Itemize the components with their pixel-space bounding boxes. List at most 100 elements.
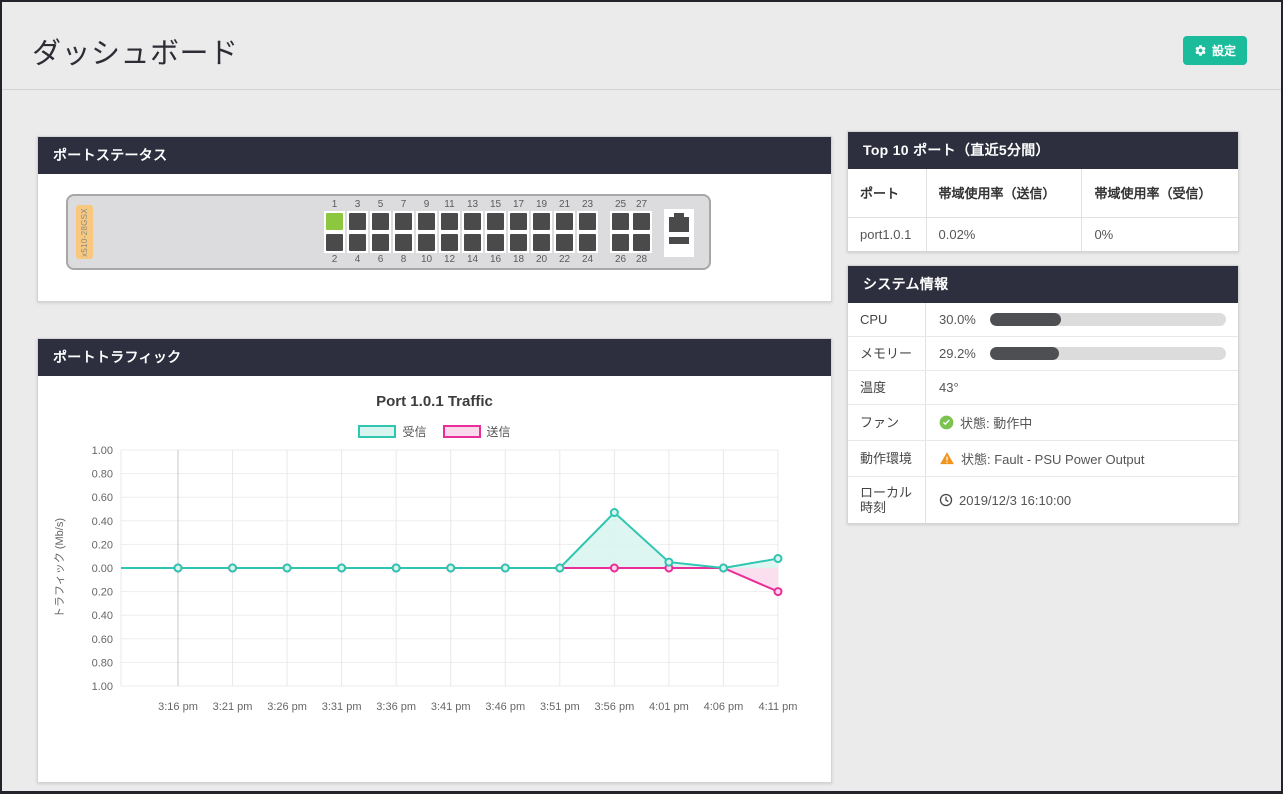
port-pair-box — [347, 211, 368, 253]
port-column: 2122 — [554, 199, 575, 265]
system-info-text: 状態: Fault - PSU Power Output — [961, 449, 1145, 468]
port-column: 12 — [324, 199, 345, 265]
port-number-label: 16 — [490, 254, 501, 265]
port-22[interactable] — [556, 234, 573, 251]
port-25[interactable] — [612, 213, 629, 230]
stack-port-icon — [664, 209, 694, 257]
settings-button[interactable]: 設定 — [1183, 36, 1247, 65]
port-pair-box — [508, 211, 529, 253]
port-23[interactable] — [579, 213, 596, 230]
port-4[interactable] — [349, 234, 366, 251]
port-column: 78 — [393, 199, 414, 265]
system-info-value: 29.2% — [926, 337, 1238, 370]
port-number-label: 13 — [467, 199, 478, 210]
system-info-row: ファン状態: 動作中 — [848, 405, 1238, 441]
port-8[interactable] — [395, 234, 412, 251]
port-15[interactable] — [487, 213, 504, 230]
legend-item-send[interactable]: 送信 — [443, 423, 511, 440]
switch-device: x510-28GSX 12345678910111213141516171819… — [66, 194, 711, 270]
port-28[interactable] — [633, 234, 650, 251]
gear-icon — [1194, 44, 1207, 57]
port-27[interactable] — [633, 213, 650, 230]
port-number-label: 5 — [378, 199, 384, 210]
port-number-label: 27 — [636, 199, 647, 210]
system-info-value: 43° — [926, 371, 1238, 404]
port-14[interactable] — [464, 234, 481, 251]
table-cell: port1.0.1 — [848, 217, 926, 251]
usage-bar-fill — [990, 347, 1059, 360]
top-ports-header: Top 10 ポート（直近5分間） — [848, 132, 1238, 169]
system-info-text: 状態: 動作中 — [960, 413, 1032, 432]
port-column: 2324 — [577, 199, 598, 265]
port-13[interactable] — [464, 213, 481, 230]
uplink-port-columns: 25262728 — [610, 199, 652, 265]
legend-swatch-send — [443, 425, 481, 438]
system-info-row: 動作環境状態: Fault - PSU Power Output — [848, 441, 1238, 477]
port-26[interactable] — [612, 234, 629, 251]
port-21[interactable] — [556, 213, 573, 230]
port-5[interactable] — [372, 213, 389, 230]
svg-text:3:56 pm: 3:56 pm — [594, 701, 634, 713]
port-1-active[interactable] — [326, 213, 343, 230]
legend-item-receive[interactable]: 受信 — [358, 423, 426, 440]
port-pair-box — [324, 211, 345, 253]
system-info-row: 温度43° — [848, 371, 1238, 405]
ports-area: 123456789101112131415161718192021222324 … — [324, 199, 694, 265]
system-info-row: ローカル時刻2019/12/3 16:10:00 — [848, 477, 1238, 523]
port-20[interactable] — [533, 234, 550, 251]
port-number-label: 9 — [424, 199, 430, 210]
port-pair-box — [554, 211, 575, 253]
svg-text:4:11 pm: 4:11 pm — [759, 701, 798, 713]
port-number-label: 3 — [355, 199, 361, 210]
system-info-row: メモリー29.2% — [848, 337, 1238, 371]
port-16[interactable] — [487, 234, 504, 251]
system-info-value: 状態: Fault - PSU Power Output — [926, 441, 1238, 476]
port-3[interactable] — [349, 213, 366, 230]
port-6[interactable] — [372, 234, 389, 251]
svg-text:0.80: 0.80 — [92, 657, 113, 669]
left-column: ポートステータス x510-28GSX 12345678910111213141… — [37, 136, 832, 783]
port-number-label: 14 — [467, 254, 478, 265]
legend-label-receive: 受信 — [402, 423, 426, 440]
port-7[interactable] — [395, 213, 412, 230]
top-ports-table: ポート帯域使用率（送信）帯域使用率（受信） port1.0.10.02%0% — [848, 169, 1238, 251]
right-column: Top 10 ポート（直近5分間） ポート帯域使用率（送信）帯域使用率（受信） … — [847, 131, 1239, 524]
table-row: port1.0.10.02%0% — [848, 217, 1238, 251]
page-title: ダッシュボード — [32, 30, 239, 72]
port-2[interactable] — [326, 234, 343, 251]
port-number-label: 21 — [559, 199, 570, 210]
port-number-label: 12 — [444, 254, 455, 265]
port-17[interactable] — [510, 213, 527, 230]
port-9[interactable] — [418, 213, 435, 230]
system-info-label: ローカル時刻 — [848, 477, 926, 523]
port-column: 910 — [416, 199, 437, 265]
system-info-text: 43° — [939, 380, 959, 395]
svg-text:1.00: 1.00 — [92, 681, 113, 693]
table-cell: 0% — [1082, 217, 1238, 251]
check-circle-icon — [939, 415, 954, 430]
port-columns: 123456789101112131415161718192021222324 — [324, 199, 598, 265]
port-12[interactable] — [441, 234, 458, 251]
usage-bar-fill — [990, 313, 1061, 326]
port-11[interactable] — [441, 213, 458, 230]
port-pair-box — [485, 211, 506, 253]
port-18[interactable] — [510, 234, 527, 251]
port-19[interactable] — [533, 213, 550, 230]
svg-text:トラフィック (Mb/s): トラフィック (Mb/s) — [53, 518, 66, 618]
port-10[interactable] — [418, 234, 435, 251]
port-24[interactable] — [579, 234, 596, 251]
system-info-card: システム情報 CPU30.0%メモリー29.2%温度43°ファン状態: 動作中動… — [847, 265, 1239, 524]
top-ports-column-header: 帯域使用率（送信） — [926, 169, 1082, 217]
port-number-label: 25 — [615, 199, 626, 210]
port-number-label: 11 — [444, 199, 454, 210]
port-pair-box — [416, 211, 437, 253]
port-pair-box — [577, 211, 598, 253]
chart-legend: 受信 送信 — [38, 423, 831, 440]
system-info-rows: CPU30.0%メモリー29.2%温度43°ファン状態: 動作中動作環境状態: … — [848, 303, 1238, 523]
port-pair-box — [531, 211, 552, 253]
port-column: 2728 — [631, 199, 652, 265]
svg-text:0.80: 0.80 — [92, 469, 113, 481]
system-info-value: 状態: 動作中 — [926, 405, 1238, 440]
port-status-card: ポートステータス x510-28GSX 12345678910111213141… — [37, 136, 832, 302]
port-pair-box — [631, 211, 652, 253]
